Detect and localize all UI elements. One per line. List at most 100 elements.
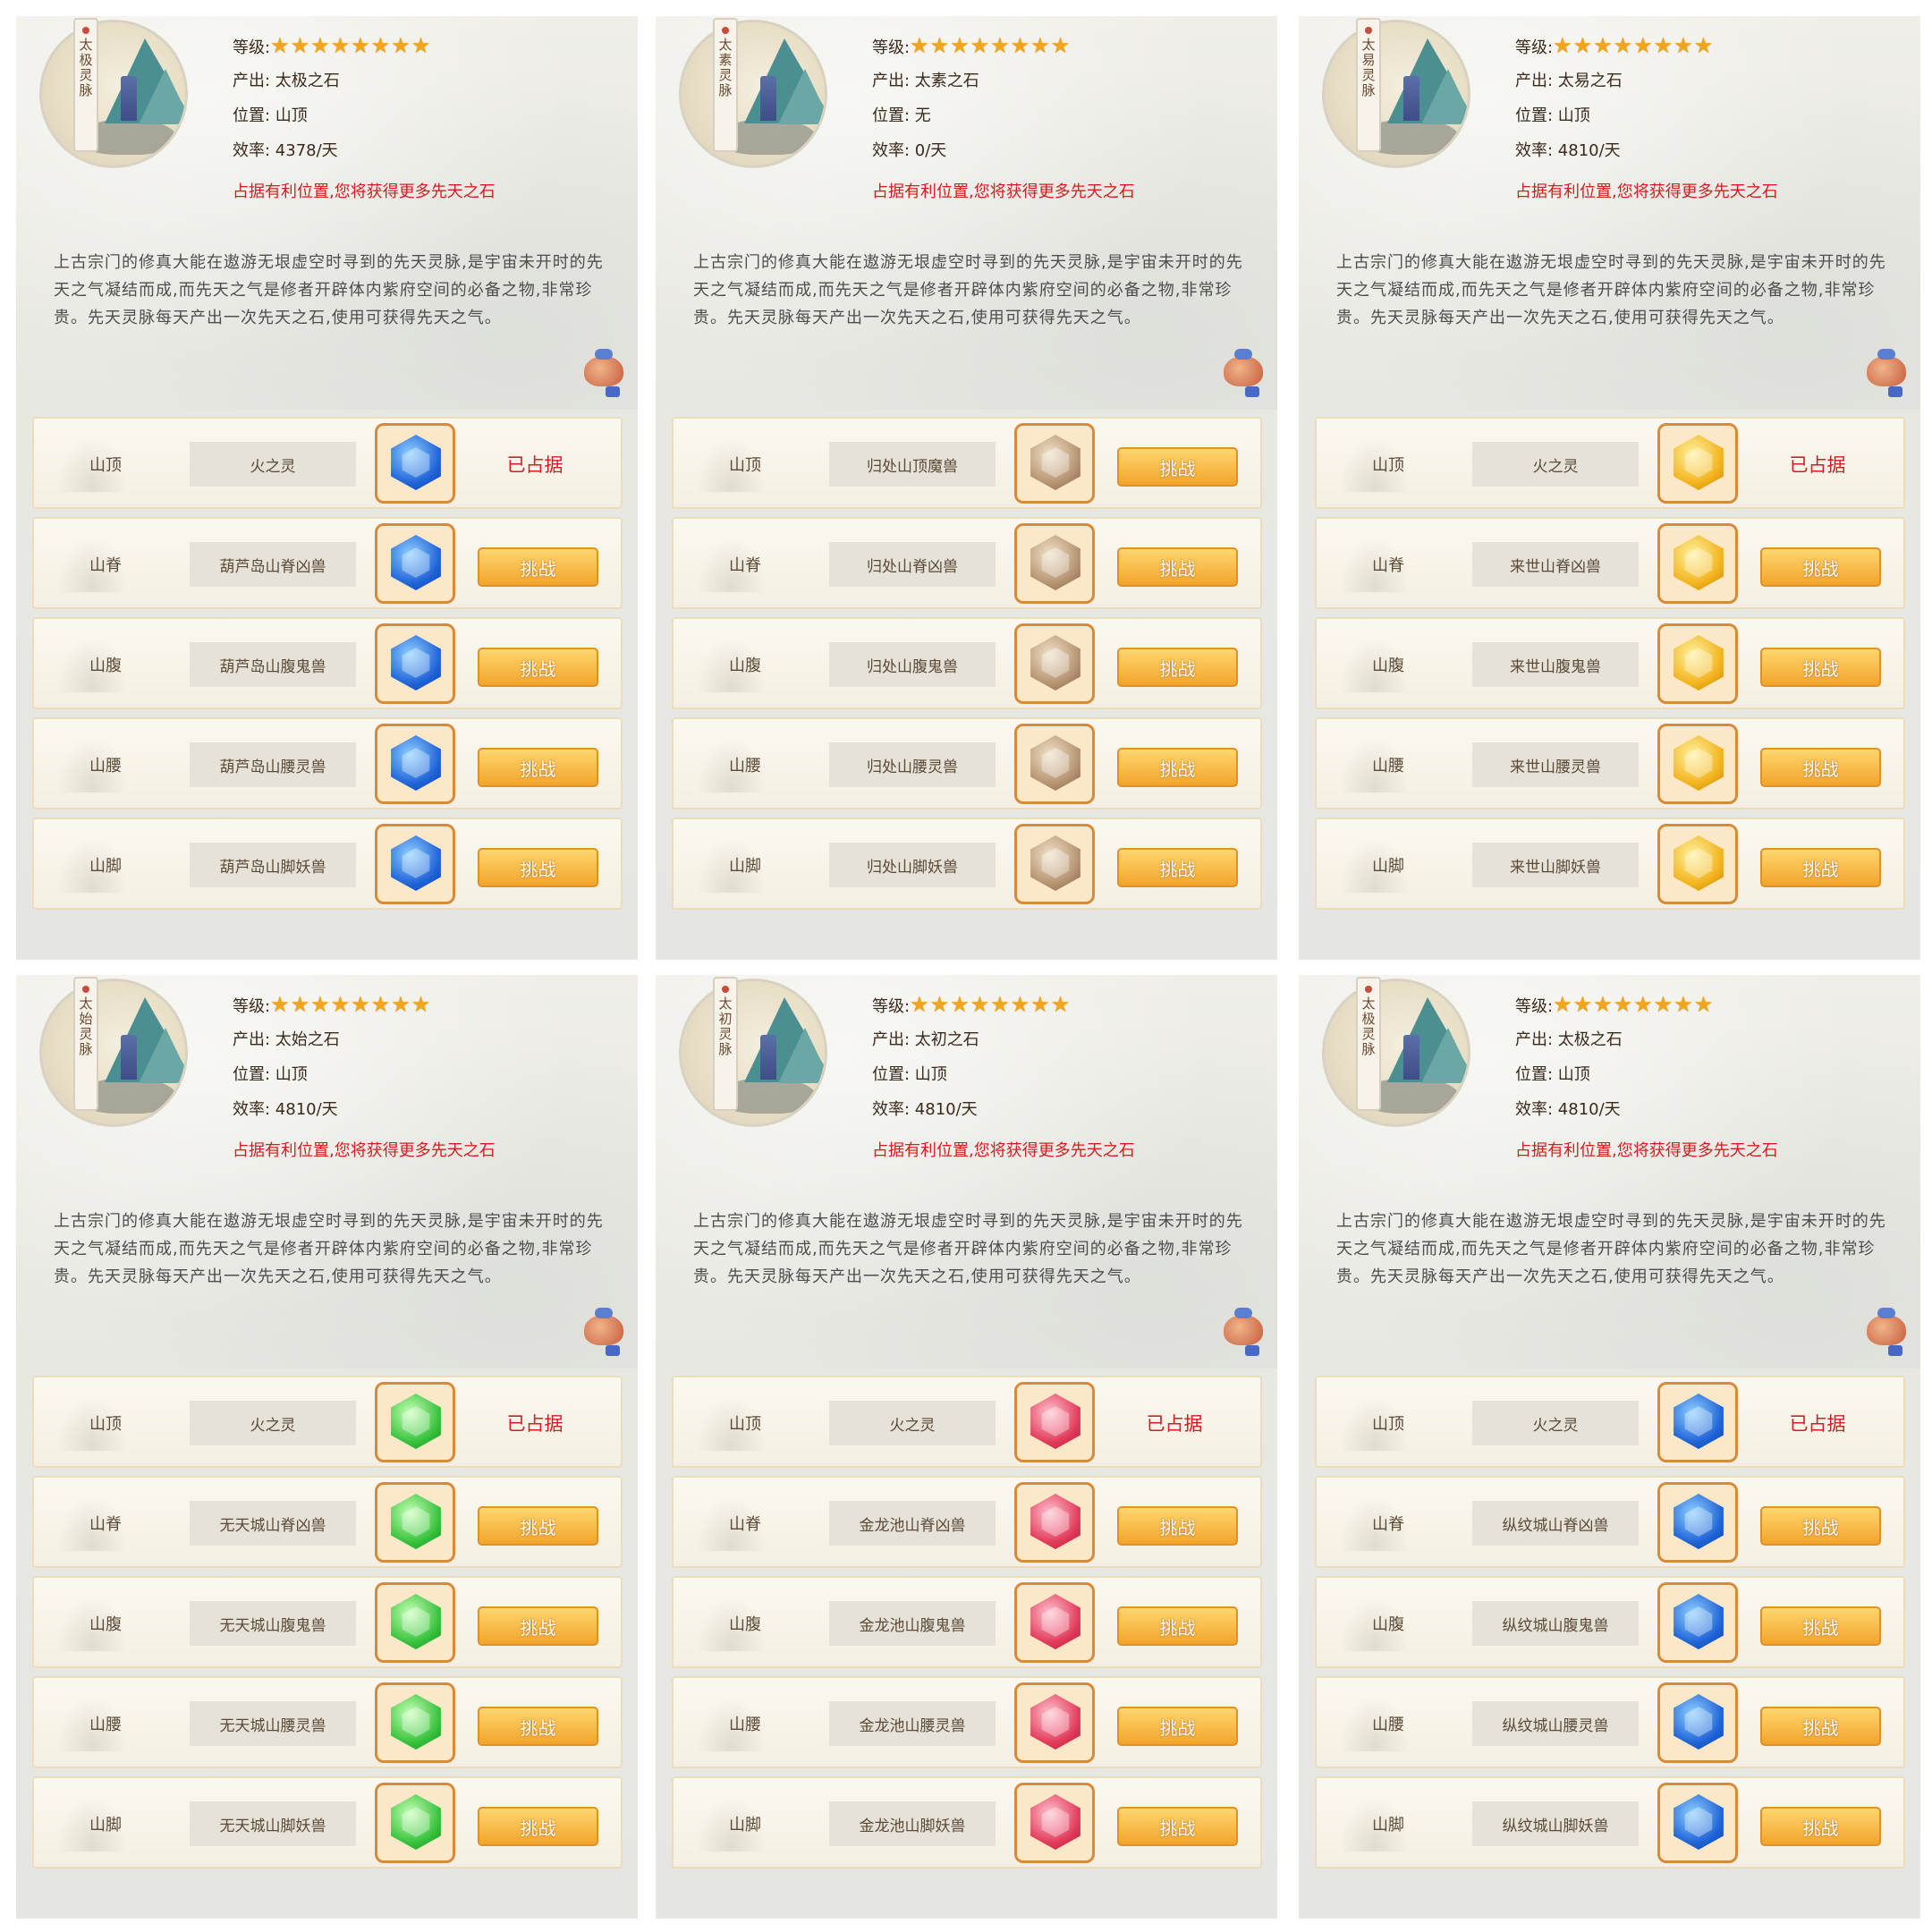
challenge-button[interactable]: 挑战: [1117, 748, 1238, 787]
challenge-button[interactable]: 挑战: [478, 1506, 598, 1546]
occupant-name: 来世山腰灵兽: [1472, 742, 1639, 787]
treasure-bag-icon[interactable]: [579, 1306, 631, 1360]
pagoda-image: [1403, 76, 1419, 121]
challenge-button[interactable]: 挑战: [1760, 1606, 1881, 1646]
spirit-stone-icon: [1657, 623, 1738, 704]
challenge-button[interactable]: 挑战: [1760, 1707, 1881, 1746]
spirit-stone-icon: [375, 724, 455, 804]
challenge-button[interactable]: 挑战: [1760, 648, 1881, 687]
spirit-stone-icon: [1657, 1382, 1738, 1462]
list-item: 山腹 来世山腹鬼兽 挑战: [1315, 617, 1905, 709]
position-label: 山腹: [1372, 1615, 1404, 1634]
spirit-stone-icon: [1657, 523, 1738, 604]
treasure-bag-icon[interactable]: [1218, 347, 1270, 401]
position-label: 山顶: [1372, 1415, 1404, 1434]
vein-title: 太极灵脉: [1360, 996, 1377, 1057]
pagoda-image: [121, 1035, 137, 1080]
challenge-button[interactable]: 挑战: [1117, 1807, 1238, 1846]
seal-dot: [722, 986, 729, 993]
occupant-name: 金龙池山脚妖兽: [829, 1801, 996, 1846]
challenge-button[interactable]: 挑战: [1117, 547, 1238, 587]
occupant-name: 火之灵: [190, 442, 356, 487]
challenge-button[interactable]: 挑战: [1760, 1807, 1881, 1846]
challenge-button[interactable]: 挑战: [1117, 1506, 1238, 1546]
vein-info: 等级:★★★★★★★★ 产出: 太初之石 位置: 山顶 效率: 4810/天: [872, 987, 1071, 1127]
bag-tie: [595, 349, 613, 360]
bag-tag: [1245, 1345, 1259, 1356]
list-item: 山脚 葫芦岛山脚妖兽 挑战: [32, 818, 623, 910]
occupied-status: 已占据: [1146, 1413, 1203, 1435]
challenge-button[interactable]: 挑战: [1117, 447, 1238, 487]
challenge-button[interactable]: 挑战: [478, 648, 598, 687]
spirit-stone-icon: [375, 824, 455, 904]
occupied-status: 已占据: [506, 1413, 564, 1435]
position-label: 山脚: [89, 1816, 122, 1835]
challenge-button[interactable]: 挑战: [1760, 547, 1881, 587]
challenge-button[interactable]: 挑战: [478, 1606, 598, 1646]
vein-title: 太易灵脉: [1360, 38, 1377, 98]
pagoda-image: [1403, 1035, 1419, 1080]
treasure-bag-icon[interactable]: [1861, 347, 1913, 401]
vein-emblem: [39, 20, 188, 168]
challenge-button[interactable]: 挑战: [1117, 648, 1238, 687]
vein-description: 上古宗门的修真大能在遨游无垠虚空时寻到的先天灵脉,是宇宙未开时的先天之气凝结而成…: [1336, 1212, 1886, 1286]
challenge-button[interactable]: 挑战: [478, 547, 598, 587]
spirit-stone-icon: [1657, 724, 1738, 804]
efficiency-text: 效率: 4810/天: [1515, 1100, 1621, 1119]
challenge-button[interactable]: 挑战: [478, 1807, 598, 1846]
position-label: 山脚: [1372, 857, 1404, 876]
bag-tie: [1234, 349, 1252, 360]
warning-text: 占据有利位置,您将获得更多先天之石: [233, 182, 496, 201]
challenge-button[interactable]: 挑战: [1117, 1707, 1238, 1746]
challenge-button[interactable]: 挑战: [1760, 848, 1881, 887]
position-label: 山腰: [89, 757, 122, 775]
treasure-bag-icon[interactable]: [1218, 1306, 1270, 1360]
position-label: 山脊: [1372, 1515, 1404, 1534]
occupant-name: 归处山顶魔兽: [829, 442, 996, 487]
level-row: 等级:★★★★★★★★: [233, 987, 431, 1022]
efficiency-text: 效率: 4810/天: [233, 1100, 338, 1119]
seal-dot: [82, 27, 89, 34]
challenge-button[interactable]: 挑战: [1117, 848, 1238, 887]
vein-title: 太素灵脉: [716, 38, 733, 98]
bag-tie: [595, 1308, 613, 1318]
position-label: 山腹: [89, 1615, 122, 1634]
seal-dot: [1365, 27, 1372, 34]
treasure-bag-icon[interactable]: [579, 347, 631, 401]
challenge-button[interactable]: 挑战: [478, 1707, 598, 1746]
bag-tag: [1888, 386, 1902, 397]
challenge-button[interactable]: 挑战: [1760, 748, 1881, 787]
vein-title-scroll: 太初灵脉: [713, 977, 738, 1111]
list-item: 山脊 来世山脊凶兽 挑战: [1315, 517, 1905, 609]
challenge-button[interactable]: 挑战: [478, 848, 598, 887]
output-text: 产出: 太易之石: [1515, 72, 1623, 90]
position-list: 山顶 火之灵 已占据 山脊 无天城山脊凶兽 挑战 山腹 无天城山腹鬼兽 挑战 山腰 无天城山腰灵兽挑…: [32, 1376, 623, 1877]
list-item: 山脊 无天城山脊凶兽 挑战: [32, 1476, 623, 1568]
pagoda-image: [760, 76, 776, 121]
vein-info: 等级:★★★★★★★★ 产出: 太极之石 位置: 山顶 效率: 4810/天: [1515, 987, 1714, 1127]
list-item: 山腹 葫芦岛山腹鬼兽 挑战: [32, 617, 623, 709]
position-text: 位置: 山顶: [233, 106, 308, 125]
bag-tag: [606, 386, 620, 397]
position-text: 位置: 山顶: [233, 1065, 308, 1084]
level-row: 等级:★★★★★★★★: [872, 987, 1071, 1022]
challenge-button[interactable]: 挑战: [1760, 1506, 1881, 1546]
vein-title-scroll: 太极灵脉: [1356, 977, 1381, 1111]
position-label: 山脚: [729, 857, 761, 876]
pagoda-image: [760, 1035, 776, 1080]
bag-tag: [606, 1345, 620, 1356]
position-text: 位置: 无: [872, 106, 931, 125]
efficiency-text: 效率: 4378/天: [233, 141, 338, 160]
list-item: 山腰 无天城山腰灵兽 挑战: [32, 1676, 623, 1768]
list-item: 山顶 归处山顶魔兽 挑战: [672, 417, 1262, 509]
occupant-name: 葫芦岛山脊凶兽: [190, 542, 356, 587]
list-item: 山腰 归处山腰灵兽 挑战: [672, 717, 1262, 809]
list-item: 山脚 纵纹城山脚妖兽 挑战: [1315, 1776, 1905, 1868]
warning-text: 占据有利位置,您将获得更多先天之石: [1515, 182, 1778, 201]
spirit-stone-icon: [1014, 1382, 1095, 1462]
treasure-bag-icon[interactable]: [1861, 1306, 1913, 1360]
spirit-vein-panel: 太极灵脉 等级:★★★★★★★★ 产出: 太极之石 位置: 山顶 效率: 4810/天占…: [1299, 975, 1920, 1919]
seal-dot: [722, 27, 729, 34]
challenge-button[interactable]: 挑战: [478, 748, 598, 787]
challenge-button[interactable]: 挑战: [1117, 1606, 1238, 1646]
